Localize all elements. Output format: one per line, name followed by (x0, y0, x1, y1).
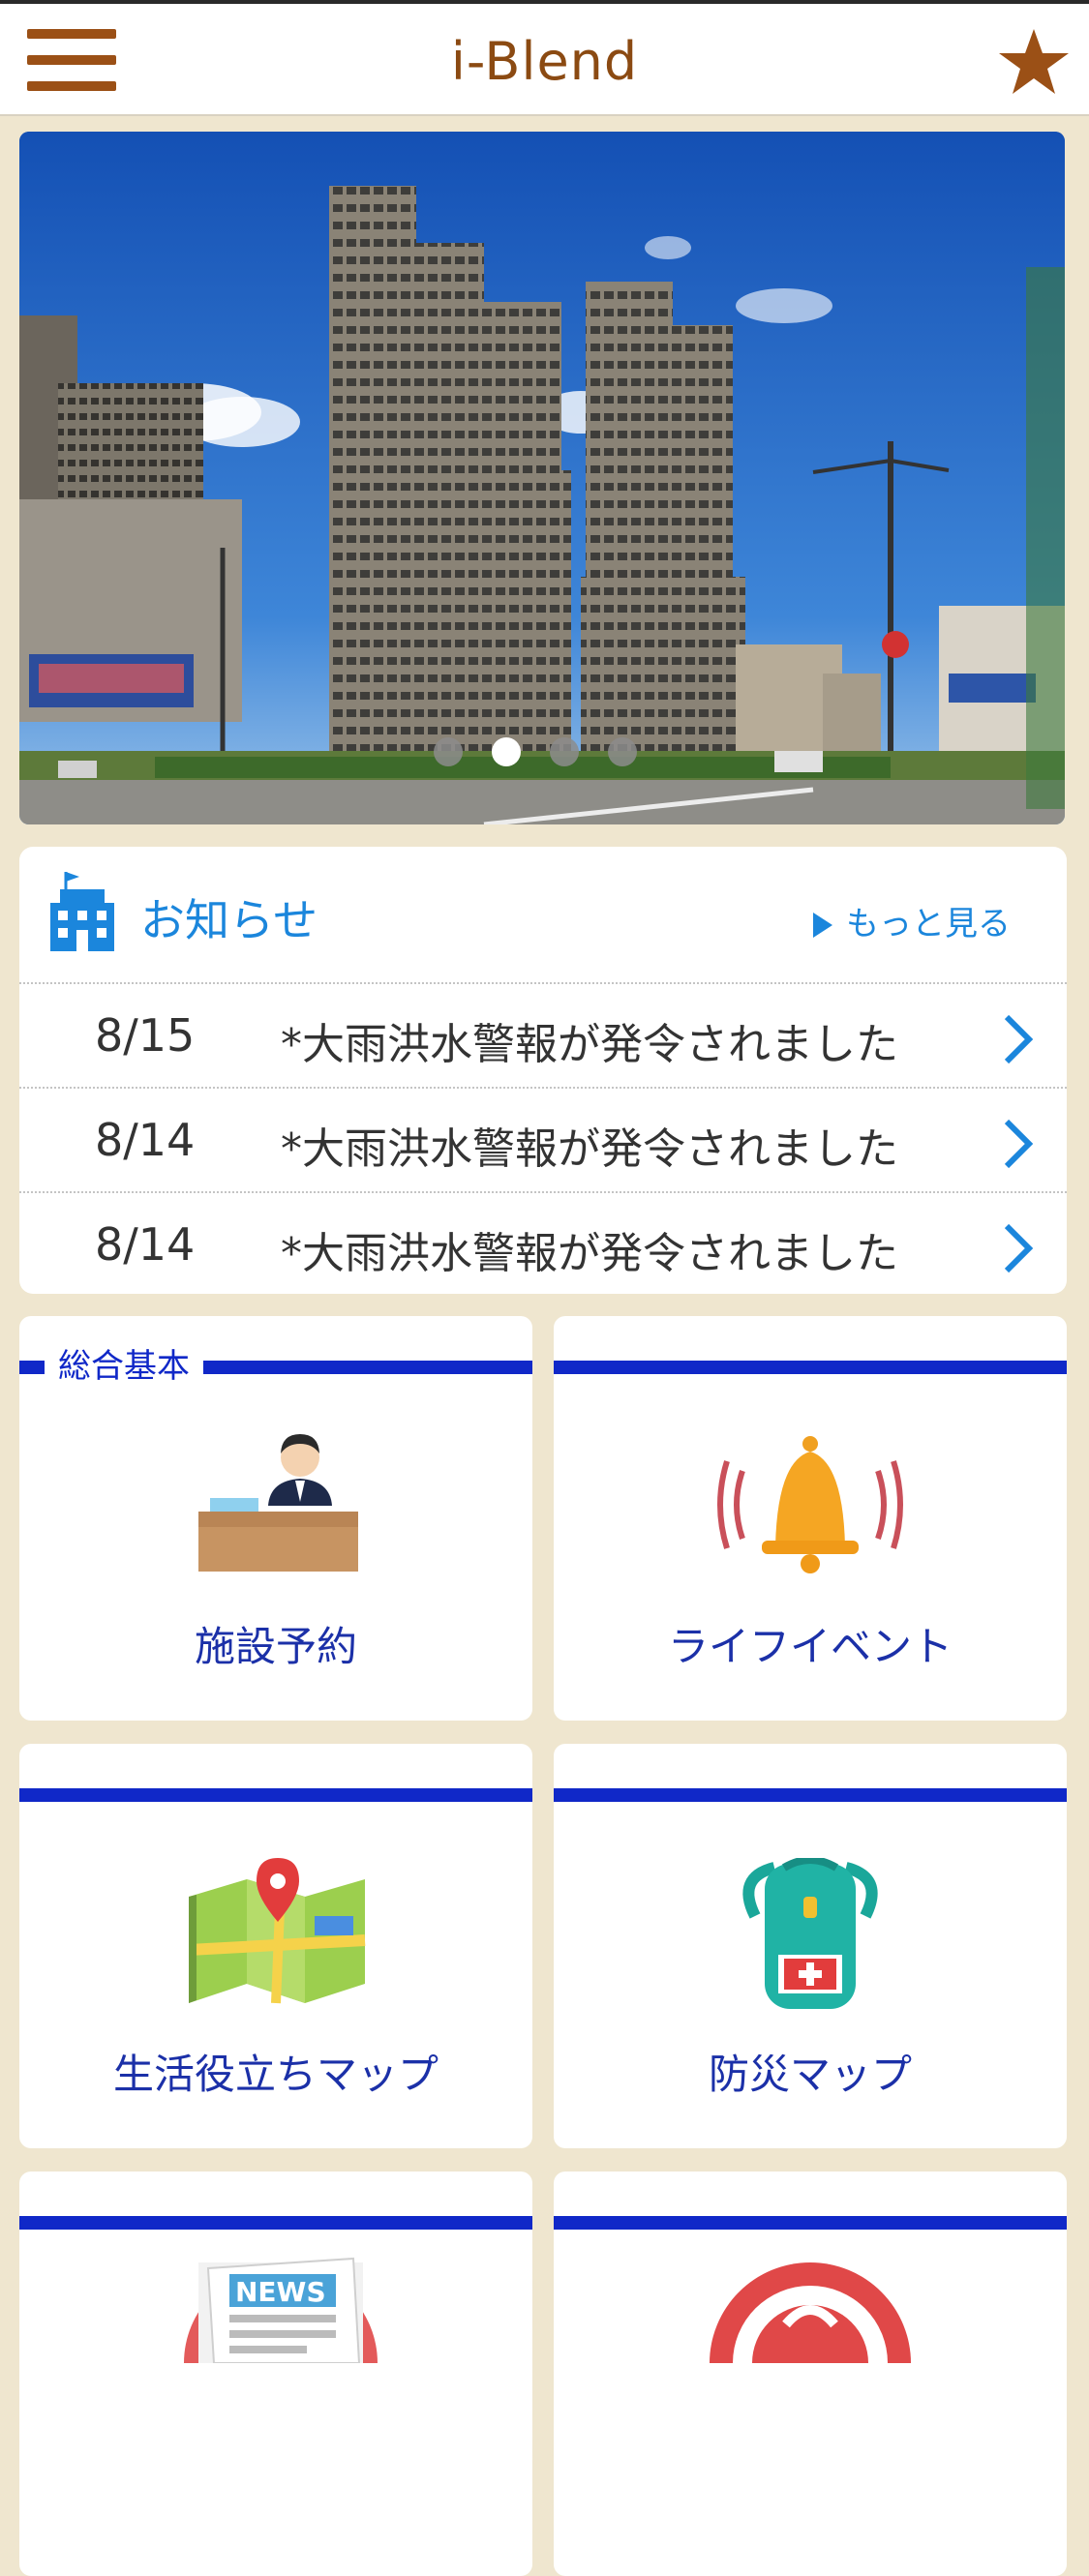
hero-carousel[interactable] (19, 132, 1065, 824)
badge-icon (710, 2262, 911, 2363)
newspaper-icon: NEWS (184, 2257, 378, 2363)
news-text: *大雨洪水警報が発令されました (281, 1124, 898, 1174)
emergency-backpack-icon (742, 1858, 878, 2009)
tile-disaster-map[interactable]: 防災マップ (554, 1744, 1067, 2148)
news-item[interactable]: 8/14 *大雨洪水警報が発令されました (19, 1191, 1067, 1294)
tile-facility-reservation[interactable]: 総合基本 施設予約 (19, 1316, 532, 1721)
carousel-dot[interactable] (434, 737, 463, 766)
news-text: *大雨洪水警報が発令されました (281, 1020, 898, 1069)
section-divider (19, 1788, 532, 1802)
star-icon[interactable] (997, 27, 1071, 97)
tile-badge[interactable] (554, 2172, 1067, 2576)
city-hall-icon (50, 872, 114, 951)
section-divider (554, 1788, 1067, 1802)
tile-life-event[interactable]: ライフイベント (554, 1316, 1067, 1721)
news-panel: お知らせ もっと見る 8/15 *大雨洪水警報が発令されました 8/14 *大雨… (19, 847, 1067, 1294)
section-divider (19, 2216, 532, 2230)
tile-label: 防災マップ (708, 2051, 912, 2098)
play-triangle-icon (813, 913, 832, 938)
svg-text:NEWS: NEWS (235, 2276, 326, 2308)
news-date: 8/15 (95, 1009, 196, 1062)
section-label: 総合基本 (45, 1345, 203, 1388)
section-divider (554, 1361, 1067, 1374)
more-link-label: もっと見る (846, 905, 1011, 944)
news-date: 8/14 (95, 1218, 196, 1271)
carousel-dot-active[interactable] (492, 737, 521, 766)
chevron-right-icon (1004, 1119, 1034, 1169)
map-pin-icon (189, 1858, 366, 2004)
bell-icon (717, 1436, 903, 1573)
app-header: i-Blend (0, 4, 1089, 116)
chevron-right-icon (1004, 1014, 1034, 1064)
city-towers-photo (19, 132, 1065, 824)
reception-desk-icon (198, 1434, 358, 1572)
tile-news[interactable]: NEWS (19, 2172, 532, 2576)
news-item[interactable]: 8/15 *大雨洪水警報が発令されました (19, 982, 1067, 1088)
tile-life-map[interactable]: 生活役立ちマップ (19, 1744, 532, 2148)
news-date: 8/14 (95, 1114, 196, 1166)
chevron-right-icon (1004, 1223, 1034, 1273)
carousel-dot[interactable] (608, 737, 637, 766)
app-title: i-Blend (450, 31, 639, 92)
news-header: お知らせ もっと見る (19, 847, 1067, 982)
tile-label: 施設予約 (194, 1623, 357, 1670)
tile-label: 生活役立ちマップ (112, 2051, 439, 2098)
news-title: お知らせ (140, 894, 318, 946)
section-divider (554, 2216, 1067, 2230)
more-link[interactable]: もっと見る (813, 897, 1011, 944)
tile-label: ライフイベント (667, 1623, 953, 1670)
news-text: *大雨洪水警報が発令されました (281, 1229, 898, 1278)
news-item[interactable]: 8/14 *大雨洪水警報が発令されました (19, 1087, 1067, 1192)
carousel-dot[interactable] (550, 737, 579, 766)
